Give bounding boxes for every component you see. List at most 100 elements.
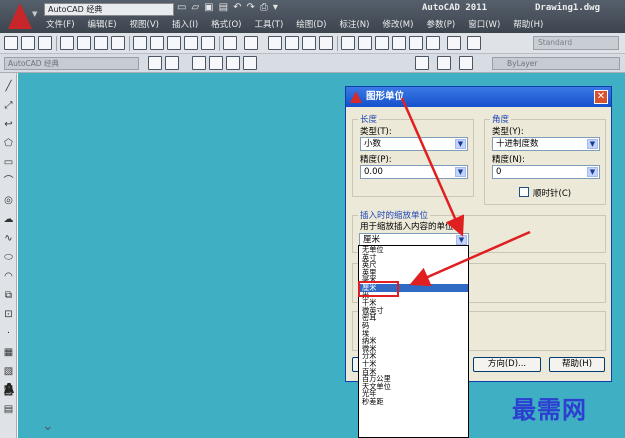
ellipse-arc-icon[interactable]: ◠ xyxy=(3,271,14,282)
sheet-set-icon[interactable] xyxy=(392,36,406,50)
block-editor-icon[interactable] xyxy=(201,36,215,50)
circle-icon[interactable]: ◎ xyxy=(3,195,14,206)
chevron-down-icon[interactable]: ▼ xyxy=(587,167,598,177)
multiline-text-icon[interactable]: A xyxy=(3,382,15,397)
undo-icon[interactable]: ↶ xyxy=(233,2,241,16)
menu-window[interactable]: 窗口(W) xyxy=(468,18,500,32)
color-control-combo[interactable]: ByLayer xyxy=(492,57,620,70)
insertion-units-dropdown-list[interactable]: 无单位 英寸 英尺 英里 毫米 厘米 米 千米 微英寸 密耳 码 埃 纳米 微米… xyxy=(358,245,469,438)
save-icon[interactable]: ▣ xyxy=(204,2,213,16)
make-current-icon[interactable] xyxy=(415,56,429,70)
quickcalc-icon[interactable] xyxy=(426,36,440,50)
undo-toolbar-icon[interactable] xyxy=(223,36,237,50)
qnew-icon[interactable] xyxy=(4,36,18,50)
point-icon[interactable]: · xyxy=(3,328,14,339)
help-button[interactable]: 帮助(H) xyxy=(549,357,605,372)
plot-icon[interactable] xyxy=(60,36,74,50)
menu-file[interactable]: 文件(F) xyxy=(46,18,75,32)
length-type-select[interactable]: 小数 ▼ xyxy=(360,137,468,151)
save-toolbar-icon[interactable] xyxy=(38,36,52,50)
angle-type-select[interactable]: 十进制度数 ▼ xyxy=(492,137,600,151)
menu-tools[interactable]: 工具(T) xyxy=(254,18,283,32)
print-icon[interactable]: ⎙ xyxy=(260,2,268,16)
layer-lock-icon[interactable] xyxy=(243,56,257,70)
ellipse-icon[interactable]: ⬭ xyxy=(3,252,14,263)
text-style-icon[interactable] xyxy=(467,36,481,50)
layer-state-icon[interactable] xyxy=(192,56,206,70)
polygon-icon[interactable]: ⬠ xyxy=(3,138,14,149)
length-precision-select[interactable]: 0.00 ▼ xyxy=(360,165,468,179)
open-icon[interactable] xyxy=(21,36,35,50)
angle-precision-select[interactable]: 0 ▼ xyxy=(492,165,600,179)
autocad-logo-icon[interactable] xyxy=(8,3,32,29)
construction-line-icon[interactable]: ⤢ xyxy=(3,100,14,111)
revcloud-icon[interactable]: ☁ xyxy=(3,214,14,225)
chevron-down-icon[interactable]: ▼ xyxy=(587,139,598,149)
menu-dimension[interactable]: 标注(N) xyxy=(339,18,369,32)
layer-on-icon[interactable] xyxy=(209,56,223,70)
arc-icon[interactable]: ⌒ xyxy=(3,176,14,187)
menu-draw[interactable]: 绘图(D) xyxy=(296,18,326,32)
tool-palettes-icon[interactable] xyxy=(375,36,389,50)
chevron-down-icon[interactable]: ▼ xyxy=(455,167,466,177)
workspace-selector[interactable]: AutoCAD 经典 xyxy=(44,3,174,16)
angle-type-label: 类型(Y): xyxy=(492,127,524,137)
insertion-scale-description: 用于缩放插入内容的单位: xyxy=(360,222,457,232)
insert-block-icon[interactable]: ⧉ xyxy=(3,290,14,301)
list-item[interactable]: 码 xyxy=(359,322,468,330)
new-file-icon[interactable]: ▭ xyxy=(177,2,186,16)
menu-edit[interactable]: 编辑(E) xyxy=(88,18,117,32)
menu-view[interactable]: 视图(V) xyxy=(130,18,159,32)
rectangle-icon[interactable]: ▭ xyxy=(3,157,14,168)
properties-icon[interactable] xyxy=(341,36,355,50)
open-file-icon[interactable]: ▱ xyxy=(191,2,199,16)
cut-icon[interactable] xyxy=(133,36,147,50)
qat-more-icon[interactable]: ▾ xyxy=(273,2,278,16)
zoom-previous-icon[interactable] xyxy=(319,36,333,50)
polyline-icon[interactable]: ↩ xyxy=(3,119,14,130)
save-as-icon[interactable]: ▤ xyxy=(219,2,228,16)
direction-button[interactable]: 方向(D)... xyxy=(473,357,541,372)
plot-preview-icon[interactable] xyxy=(77,36,91,50)
publish-icon[interactable] xyxy=(94,36,108,50)
clockwise-checkbox[interactable] xyxy=(519,187,529,197)
design-center-icon[interactable] xyxy=(358,36,372,50)
workspace-combo[interactable]: AutoCAD 经典 xyxy=(4,57,139,70)
redo-toolbar-icon[interactable] xyxy=(244,36,258,50)
hatch-icon[interactable]: ▦ xyxy=(3,347,14,358)
menu-parametric[interactable]: 参数(P) xyxy=(426,18,455,32)
menu-modify[interactable]: 修改(M) xyxy=(382,18,413,32)
close-icon[interactable]: ✕ xyxy=(594,90,608,104)
zoom-realtime-icon[interactable] xyxy=(285,36,299,50)
redo-icon[interactable]: ↷ xyxy=(246,2,254,16)
menu-format[interactable]: 格式(O) xyxy=(211,18,241,32)
layer-previous-icon[interactable] xyxy=(437,56,451,70)
paste-icon[interactable] xyxy=(167,36,181,50)
zoom-window-icon[interactable] xyxy=(302,36,316,50)
markup-icon[interactable] xyxy=(409,36,423,50)
chevron-down-icon[interactable]: ▼ xyxy=(455,139,466,149)
table-icon[interactable]: ▤ xyxy=(3,404,14,415)
pan-icon[interactable] xyxy=(268,36,282,50)
match-properties-icon[interactable] xyxy=(184,36,198,50)
line-icon[interactable]: ╱ xyxy=(3,81,14,92)
layer-freeze-icon[interactable] xyxy=(226,56,240,70)
make-block-icon[interactable]: ⊡ xyxy=(3,309,14,320)
dialog-title: 图形单位 xyxy=(346,87,611,107)
gradient-icon[interactable]: ▧ xyxy=(3,366,14,377)
menu-insert[interactable]: 插入(I) xyxy=(172,18,198,32)
help-toolbar-icon[interactable] xyxy=(447,36,461,50)
text-style-combo[interactable]: Standard xyxy=(533,36,619,50)
workspace-settings-icon[interactable] xyxy=(148,56,162,70)
quick-access-toolbar: ▭ ▱ ▣ ▤ ↶ ↷ ⎙ ▾ xyxy=(177,2,278,16)
copy-icon[interactable] xyxy=(150,36,164,50)
chevron-down-icon[interactable]: ▼ xyxy=(456,235,467,245)
layer-manager-icon[interactable] xyxy=(165,56,179,70)
menu-help[interactable]: 帮助(H) xyxy=(513,18,543,32)
app-menu-arrow-icon[interactable]: ▼ xyxy=(32,10,37,18)
3d-dwf-icon[interactable] xyxy=(111,36,125,50)
layer-iso-icon[interactable] xyxy=(459,56,473,70)
list-item[interactable]: 秒差距 xyxy=(359,398,468,406)
list-item[interactable]: 密耳 xyxy=(359,314,468,322)
spline-icon[interactable]: ∿ xyxy=(3,233,14,244)
